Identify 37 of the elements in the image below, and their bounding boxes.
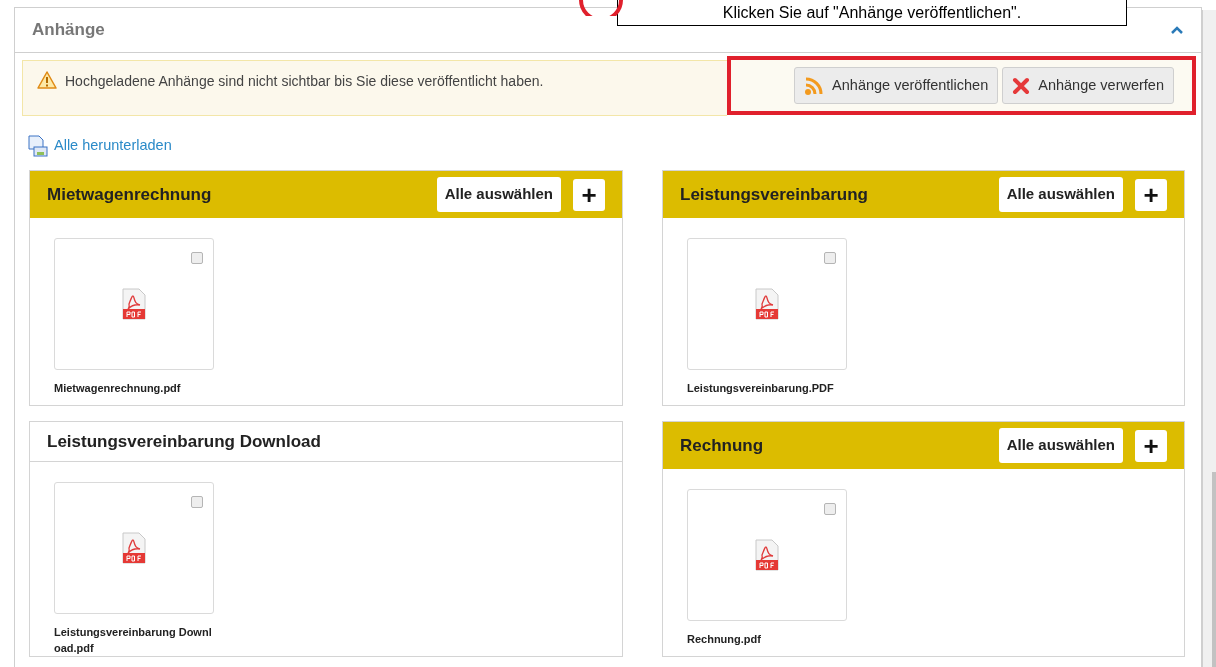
file-checkbox[interactable] [824,252,836,264]
group-title: Leistungsvereinbarung [680,183,868,206]
file-checkbox[interactable] [824,503,836,515]
group-title: Leistungsvereinbarung Download [47,430,321,453]
add-button[interactable]: + [573,178,605,211]
file-name[interactable]: Rechnung.pdf [687,631,847,647]
pdf-file-icon [121,288,147,320]
group-title: Mietwagenrechnung [47,183,212,206]
warning-icon [37,71,57,89]
select-all-button[interactable]: Alle auswählen [998,428,1123,463]
warning-text: Hochgeladene Anhänge sind nicht sichtbar bis Sie diese veröffentlicht haben. [65,72,544,91]
select-all-button[interactable]: Alle auswählen [436,177,561,212]
select-all-button[interactable]: Alle auswählen [998,177,1123,212]
rss-feed-icon [804,75,825,96]
publish-button[interactable]: Anhänge veröffentlichen [794,67,999,104]
file-thumbnail[interactable] [687,238,847,370]
collapse-chevron-icon[interactable] [1170,25,1184,35]
pdf-file-icon [754,288,780,320]
file-checkbox[interactable] [191,252,203,264]
discard-button[interactable]: Anhänge verwerfen [1002,67,1174,104]
file-name[interactable]: Mietwagenrechnung.pdf [54,380,214,396]
group-title: Rechnung [680,434,764,457]
panel-title: Anhänge [32,19,105,42]
file-thumbnail[interactable] [54,238,214,370]
pdf-file-icon [121,532,147,564]
file-thumbnail[interactable] [54,482,214,614]
add-button[interactable]: + [1135,178,1167,211]
add-button[interactable]: + [1135,429,1167,462]
file-name[interactable]: Leistungsvereinbarung Download.pdf [54,624,214,656]
file-thumbnail[interactable] [687,489,847,621]
scrollbar-thumb[interactable] [1212,472,1216,667]
close-icon [1012,76,1031,95]
file-checkbox[interactable] [191,496,203,508]
file-name[interactable]: Leistungsvereinbarung.PDF [687,380,847,396]
pdf-file-icon [754,539,780,571]
download-document-icon [28,135,48,157]
download-all-link[interactable]: Alle herunterladen [28,135,172,157]
